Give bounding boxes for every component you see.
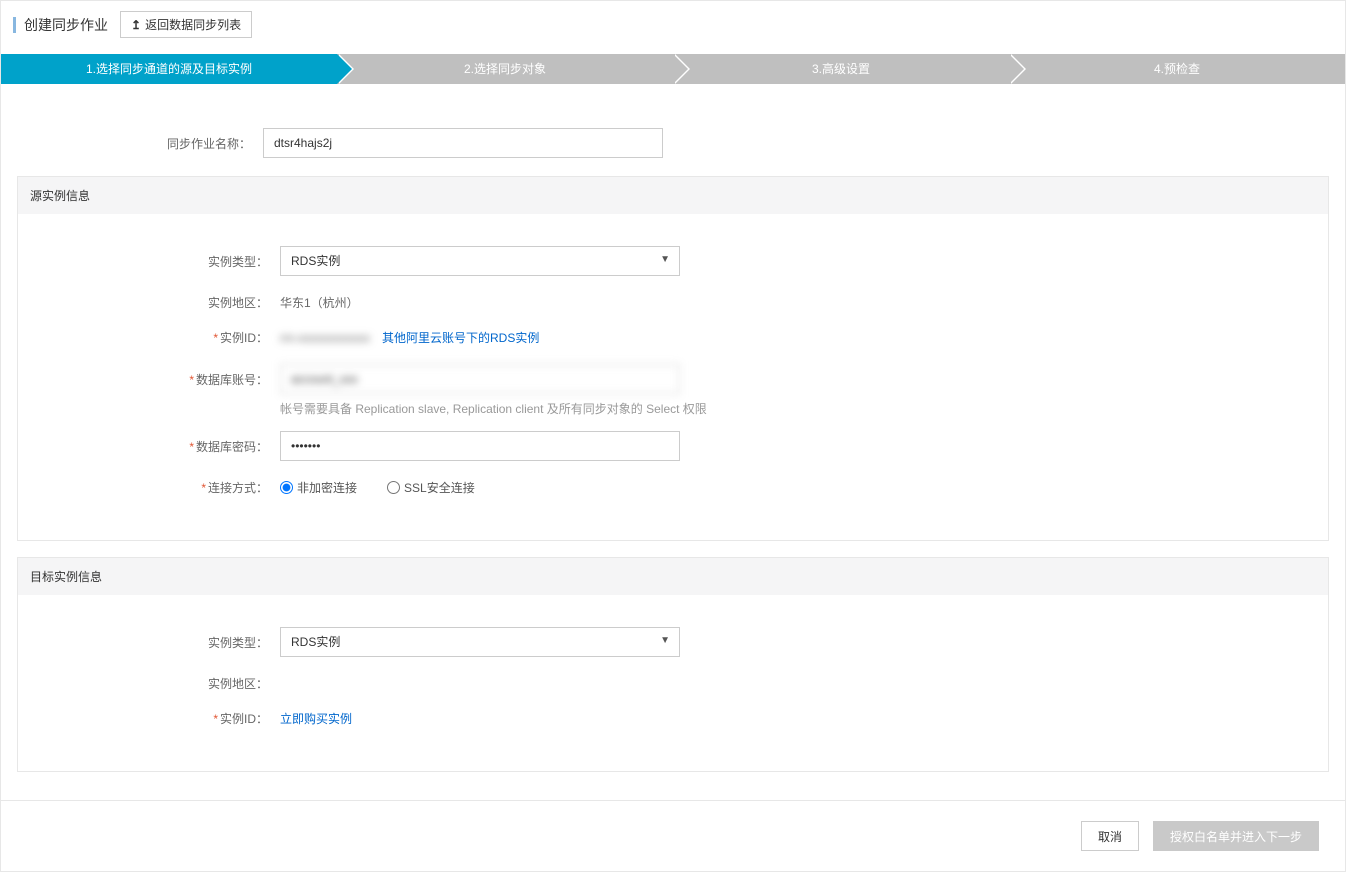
source-instance-type-select[interactable]: RDS实例 <box>280 246 680 276</box>
step-2[interactable]: 2.选择同步对象 <box>337 54 673 84</box>
source-panel-body: 实例类型： RDS实例 实例地区： 华东1（杭州） <box>18 214 1328 540</box>
conn-mode-ssl[interactable]: SSL安全连接 <box>387 479 475 496</box>
footer-bar: 取消 授权白名单并进入下一步 <box>1 800 1345 871</box>
db-account-input[interactable] <box>280 364 680 394</box>
db-account-hint: 帐号需要具备 Replication slave, Replication cl… <box>280 400 1328 417</box>
conn-mode-radio-group: 非加密连接 SSL安全连接 <box>268 479 493 496</box>
conn-mode-nonssl-radio[interactable] <box>280 481 293 494</box>
db-password-label: *数据库密码： <box>18 438 268 455</box>
buy-instance-link[interactable]: 立即购买实例 <box>280 710 352 727</box>
page-title: 创建同步作业 <box>24 15 108 35</box>
cancel-button[interactable]: 取消 <box>1081 821 1139 851</box>
header-bar: 创建同步作业 ↥ 返回数据同步列表 <box>1 1 1345 48</box>
step-nav: 1.选择同步通道的源及目标实例 2.选择同步对象 3.高级设置 4.预检查 <box>1 54 1345 84</box>
source-panel-title: 源实例信息 <box>18 177 1328 214</box>
job-name-row: 同步作业名称： <box>1 128 1345 158</box>
source-region-value: 华东1（杭州） <box>280 294 359 311</box>
body-area: 同步作业名称： 源实例信息 实例类型： RDS实例 <box>1 84 1345 772</box>
upload-arrow-icon: ↥ <box>131 18 141 32</box>
source-instance-type-label: 实例类型： <box>18 253 268 270</box>
page-container: 创建同步作业 ↥ 返回数据同步列表 1.选择同步通道的源及目标实例 2.选择同步… <box>0 0 1346 872</box>
target-panel-title: 目标实例信息 <box>18 558 1328 595</box>
step-2-label: 2.选择同步对象 <box>464 62 546 76</box>
step-3[interactable]: 3.高级设置 <box>673 54 1009 84</box>
conn-mode-nonssl-label: 非加密连接 <box>297 479 357 496</box>
target-instance-type-label: 实例类型： <box>18 634 268 651</box>
step-3-label: 3.高级设置 <box>812 62 870 76</box>
step-4-label: 4.预检查 <box>1154 62 1200 76</box>
source-region-label: 实例地区： <box>18 294 268 311</box>
step-4[interactable]: 4.预检查 <box>1009 54 1345 84</box>
conn-mode-label: *连接方式： <box>18 479 268 496</box>
other-rds-link[interactable]: 其他阿里云账号下的RDS实例 <box>382 329 539 346</box>
conn-mode-nonssl[interactable]: 非加密连接 <box>280 479 357 496</box>
source-panel: 源实例信息 实例类型： RDS实例 实例地区： 华东1 <box>17 176 1329 541</box>
db-password-input[interactable] <box>280 431 680 461</box>
header-accent <box>13 17 16 33</box>
conn-mode-ssl-label: SSL安全连接 <box>404 479 475 496</box>
step-1[interactable]: 1.选择同步通道的源及目标实例 <box>1 54 337 84</box>
source-instance-id-value: rm-xxxxxxxxxxxx <box>280 331 370 345</box>
conn-mode-ssl-radio[interactable] <box>387 481 400 494</box>
target-instance-id-label: *实例ID： <box>18 710 268 727</box>
step-1-label: 1.选择同步通道的源及目标实例 <box>86 62 252 76</box>
target-instance-type-select[interactable]: RDS实例 <box>280 627 680 657</box>
job-name-label: 同步作业名称： <box>1 135 251 152</box>
target-panel-body: 实例类型： RDS实例 实例地区： <box>18 595 1328 771</box>
back-button-label: 返回数据同步列表 <box>145 16 241 33</box>
source-instance-id-label: *实例ID： <box>18 329 268 346</box>
job-name-input[interactable] <box>263 128 663 158</box>
db-account-label: *数据库账号： <box>18 371 268 388</box>
next-button[interactable]: 授权白名单并进入下一步 <box>1153 821 1319 851</box>
target-panel: 目标实例信息 实例类型： RDS实例 实例地区： <box>17 557 1329 772</box>
back-button[interactable]: ↥ 返回数据同步列表 <box>120 11 252 38</box>
target-region-label: 实例地区： <box>18 675 268 692</box>
